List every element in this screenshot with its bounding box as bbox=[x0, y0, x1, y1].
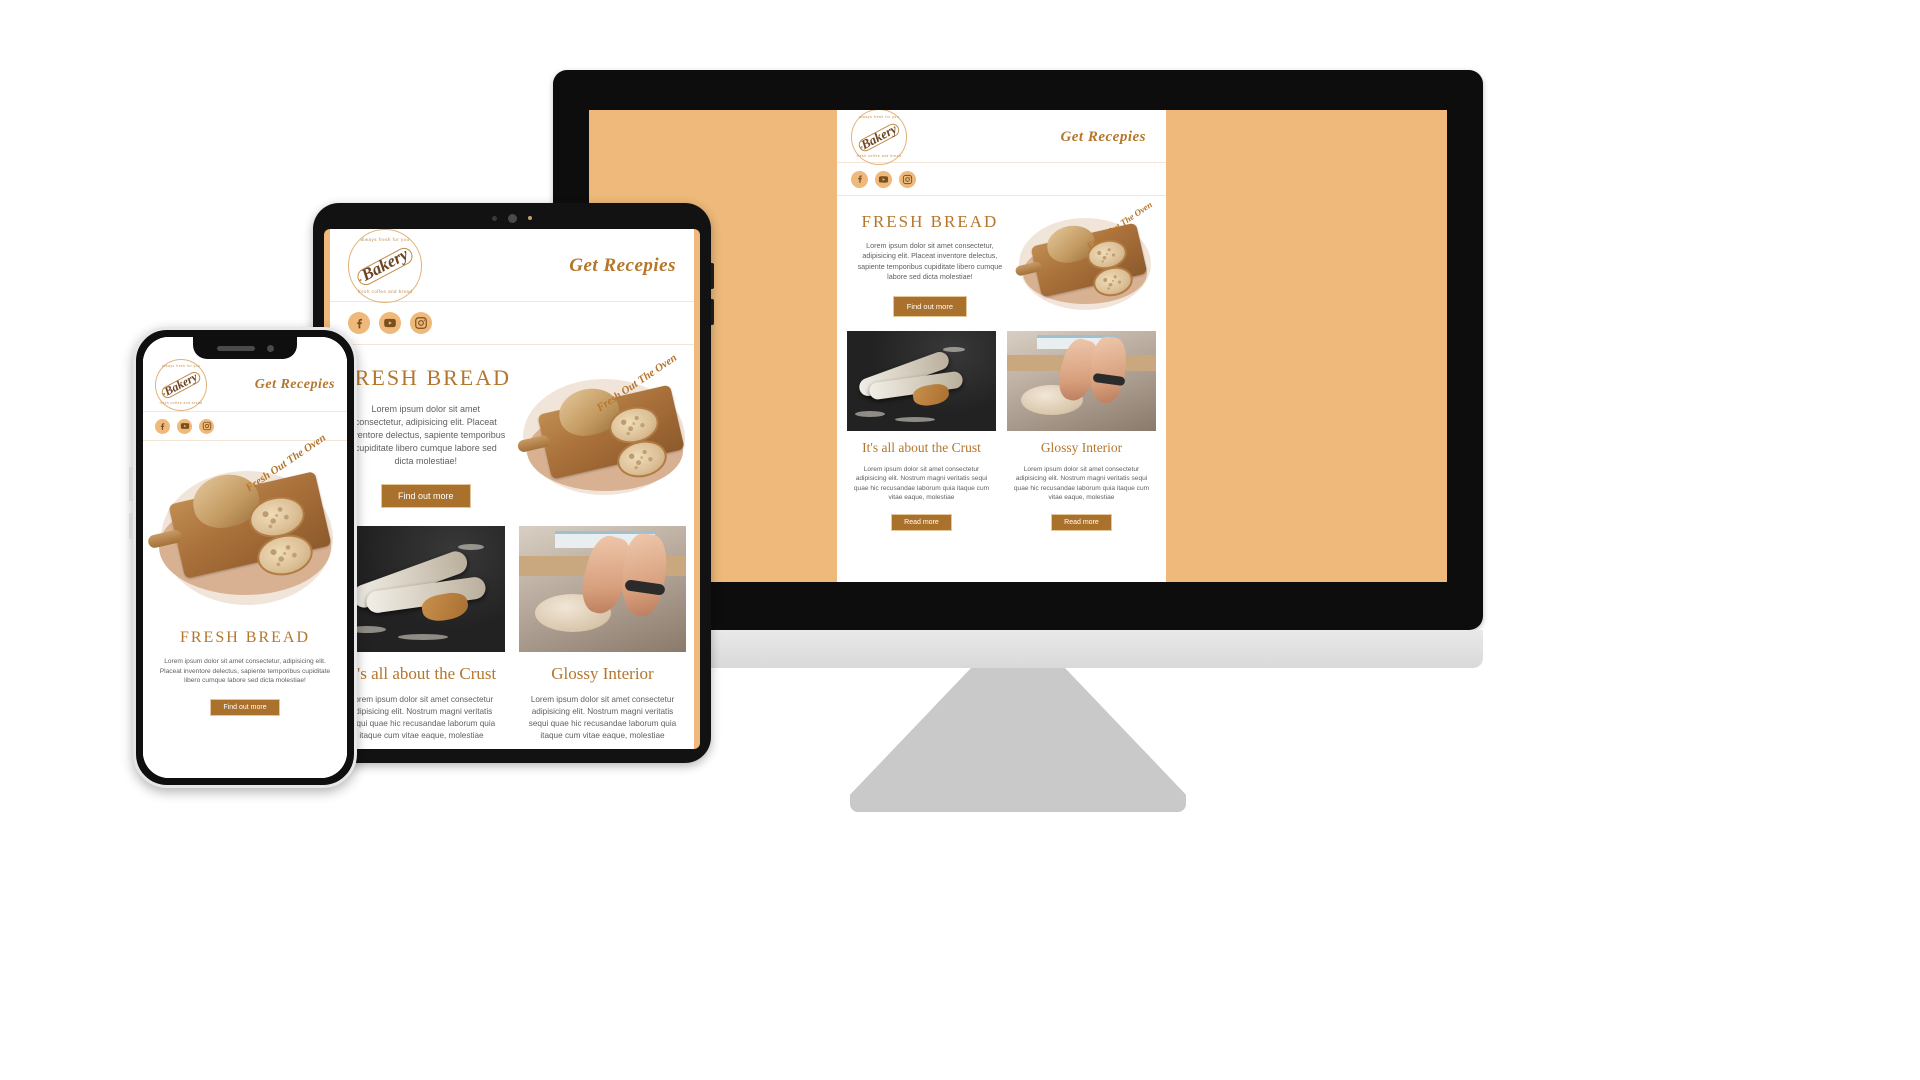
responsive-mockup-scene: always fresh for you fresh coffee and br… bbox=[0, 0, 1920, 1080]
hero-image: Fresh Out The Oven bbox=[517, 351, 686, 503]
card-image-crust bbox=[338, 526, 505, 653]
hero-body: Lorem ipsum dolor sit amet consectetur, … bbox=[159, 658, 331, 685]
site-header-desktop: always fresh for you fresh coffee and br… bbox=[837, 110, 1166, 165]
website-desktop: always fresh for you fresh coffee and br… bbox=[837, 110, 1166, 582]
instagram-icon[interactable] bbox=[410, 312, 432, 334]
tablet-sensor-dot bbox=[492, 215, 497, 221]
hero-title: FRESH BREAD bbox=[179, 629, 311, 646]
nav-get-recepies[interactable]: Get Recepies bbox=[255, 377, 335, 393]
hero-image: Fresh Out The Oven bbox=[146, 432, 339, 617]
card-body-interior: Lorem ipsum dolor sit amet consectetur a… bbox=[528, 695, 677, 741]
site-header-tablet: always fresh for you fresh coffee and br… bbox=[330, 229, 694, 303]
bakery-logo[interactable]: always fresh for you fresh coffee and br… bbox=[348, 229, 422, 303]
cards-row-desktop: It's all about the Crust Lorem ipsum dol… bbox=[837, 324, 1166, 541]
instagram-icon[interactable] bbox=[199, 418, 214, 434]
phone-mockup: always fresh for you fresh coffee and br… bbox=[129, 327, 357, 788]
read-more-button-interior[interactable]: Read more bbox=[1051, 513, 1112, 531]
card-body-crust: Lorem ipsum dolor sit amet consectetur a… bbox=[347, 695, 496, 741]
cards-row-tablet: It's all about the Crust Lorem ipsum dol… bbox=[330, 518, 694, 749]
hero-body: Lorem ipsum dolor sit amet consectetur, … bbox=[346, 404, 506, 467]
card-interior[interactable]: Glossy Interior Lorem ipsum dolor sit am… bbox=[519, 526, 686, 749]
tablet-power-button[interactable] bbox=[711, 299, 714, 325]
card-image-crust bbox=[847, 330, 996, 431]
card-title-interior: Glossy Interior bbox=[551, 664, 654, 684]
card-interior[interactable]: Glossy Interior Lorem ipsum dolor sit am… bbox=[1007, 330, 1156, 531]
tablet-volume-button[interactable] bbox=[711, 263, 714, 289]
read-more-button-crust[interactable]: Read more bbox=[891, 513, 952, 531]
tablet-led-dot bbox=[528, 216, 532, 220]
youtube-icon[interactable] bbox=[875, 170, 892, 188]
social-bar-desktop bbox=[837, 162, 1166, 196]
website-tablet: always fresh for you fresh coffee and br… bbox=[330, 229, 694, 749]
phone-speaker bbox=[216, 345, 255, 351]
card-title-interior: Glossy Interior bbox=[1040, 439, 1123, 455]
tablet-camera-row bbox=[313, 211, 711, 225]
hero-body: Lorem ipsum dolor sit amet consectetur, … bbox=[857, 241, 1003, 282]
card-title-crust: It's all about the Crust bbox=[862, 439, 981, 455]
phone-screen: always fresh for you fresh coffee and br… bbox=[143, 337, 347, 778]
card-title-crust: It's all about the Crust bbox=[346, 664, 497, 684]
hero-copy-tablet: FRESH BREAD Lorem ipsum dolor sit amet c… bbox=[338, 365, 513, 509]
phone-silent-switch[interactable] bbox=[129, 513, 133, 539]
hero-section-phone: Fresh Out The Oven FRESH BREAD Lorem ips… bbox=[143, 432, 347, 716]
phone-volume-button[interactable] bbox=[129, 467, 133, 501]
find-out-more-button[interactable]: Find out more bbox=[892, 295, 968, 317]
bakery-logo[interactable]: always fresh for you fresh coffee and br… bbox=[851, 110, 907, 165]
monitor-screen: always fresh for you fresh coffee and br… bbox=[589, 110, 1447, 582]
hero-title: FRESH BREAD bbox=[861, 212, 999, 231]
hero-section-tablet: FRESH BREAD Lorem ipsum dolor sit amet c… bbox=[330, 345, 694, 519]
social-bar-tablet bbox=[330, 301, 694, 345]
card-body-interior: Lorem ipsum dolor sit amet consectetur a… bbox=[1013, 465, 1150, 502]
hero-copy-phone: FRESH BREAD Lorem ipsum dolor sit amet c… bbox=[153, 629, 337, 716]
tablet-camera-lens bbox=[508, 213, 517, 223]
facebook-icon[interactable] bbox=[155, 418, 170, 434]
website-phone: always fresh for you fresh coffee and br… bbox=[143, 337, 347, 778]
card-image-interior bbox=[519, 526, 686, 653]
find-out-more-button[interactable]: Find out more bbox=[210, 698, 280, 716]
card-image-interior bbox=[1007, 330, 1156, 431]
youtube-icon[interactable] bbox=[177, 418, 192, 434]
card-crust[interactable]: It's all about the Crust Lorem ipsum dol… bbox=[847, 330, 996, 531]
bakery-logo[interactable]: always fresh for you fresh coffee and br… bbox=[155, 359, 207, 411]
monitor-stand-base bbox=[850, 668, 1186, 812]
find-out-more-button[interactable]: Find out more bbox=[380, 484, 471, 509]
youtube-icon[interactable] bbox=[379, 312, 401, 334]
hero-title: FRESH BREAD bbox=[340, 365, 512, 390]
tablet-mockup: always fresh for you fresh coffee and br… bbox=[313, 203, 714, 763]
phone-notch bbox=[193, 337, 297, 359]
tablet-screen: always fresh for you fresh coffee and br… bbox=[324, 229, 700, 749]
card-body-crust: Lorem ipsum dolor sit amet consectetur a… bbox=[853, 465, 990, 502]
phone-front-camera bbox=[266, 344, 274, 352]
hero-copy-desktop: FRESH BREAD Lorem ipsum dolor sit amet c… bbox=[847, 212, 1009, 317]
nav-get-recepies[interactable]: Get Recepies bbox=[1060, 129, 1146, 146]
hero-image: Fresh Out The Oven bbox=[1013, 200, 1156, 316]
facebook-icon[interactable] bbox=[851, 170, 868, 188]
nav-get-recepies[interactable]: Get Recepies bbox=[569, 255, 676, 277]
card-crust[interactable]: It's all about the Crust Lorem ipsum dol… bbox=[338, 526, 505, 749]
hero-section-desktop: FRESH BREAD Lorem ipsum dolor sit amet c… bbox=[837, 196, 1166, 325]
instagram-icon[interactable] bbox=[899, 170, 916, 188]
